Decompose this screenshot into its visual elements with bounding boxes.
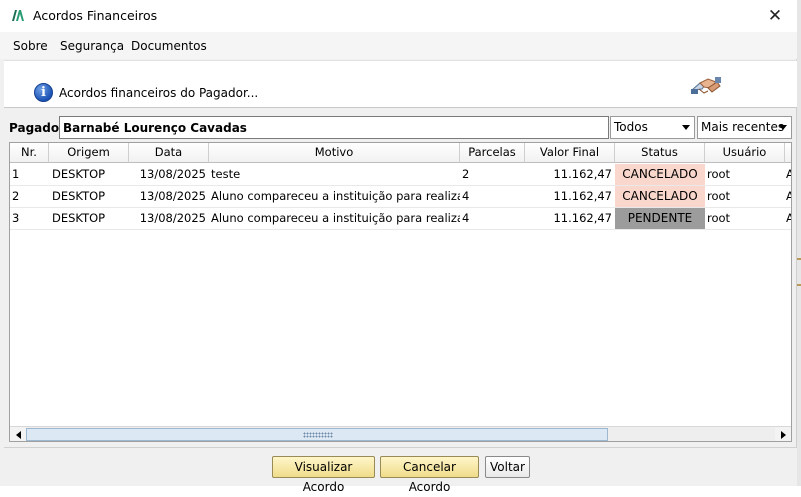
cell-parcelas: 2 xyxy=(460,164,525,186)
arrow-right-icon xyxy=(780,430,786,439)
menu-sobre[interactable]: Sobre xyxy=(13,39,48,53)
column-header-parcelas[interactable]: Parcelas xyxy=(460,143,525,163)
cell-data: 13/08/2025 xyxy=(129,186,209,208)
menu-documentos[interactable]: Documentos xyxy=(131,39,207,53)
column-header-usuario[interactable]: Usuário xyxy=(705,143,785,163)
edge-mark xyxy=(797,258,801,260)
title-bar: Acordos Financeiros ✕ xyxy=(0,0,797,32)
cell-nr: 3 xyxy=(10,208,49,230)
cell-nr: 2 xyxy=(10,186,49,208)
background-window-edge xyxy=(797,0,801,486)
cell-valor-final: 11.162,47 xyxy=(525,186,615,208)
cell-overflow: A xyxy=(785,186,791,208)
status-badge: CANCELADO xyxy=(615,186,705,208)
acordos-grid: Nr. Origem Data Motivo Parcelas Valor Fi… xyxy=(9,142,792,442)
chevron-down-icon xyxy=(682,125,690,130)
status-filter-value: Todos xyxy=(614,120,648,134)
filter-row: Pagador: Todos Mais recentes xyxy=(4,115,797,140)
cell-overflow: A xyxy=(785,208,791,230)
cell-valor-final: 11.162,47 xyxy=(525,164,615,186)
cancelar-acordo-button[interactable]: Cancelar Acordo xyxy=(380,456,479,494)
cell-usuario: root xyxy=(705,186,785,208)
pagador-input[interactable] xyxy=(59,116,609,139)
column-header-origem[interactable]: Origem xyxy=(49,143,129,163)
column-header-data[interactable]: Data xyxy=(129,143,209,163)
cell-usuario: root xyxy=(705,208,785,230)
cell-data: 13/08/2025 xyxy=(129,164,209,186)
table-row[interactable]: 1 DESKTOP 13/08/2025 teste 2 11.162,47 C… xyxy=(10,164,791,186)
grip-icon xyxy=(303,432,333,438)
cell-usuario: root xyxy=(705,164,785,186)
cell-parcelas: 4 xyxy=(460,208,525,230)
close-button[interactable]: ✕ xyxy=(753,0,797,32)
visualizar-acordo-button[interactable]: Visualizar Acordo xyxy=(272,456,375,494)
cell-motivo: Aluno compareceu a instituição para real… xyxy=(209,186,460,208)
cell-origem: DESKTOP xyxy=(49,164,129,186)
app-logo-icon xyxy=(12,10,24,21)
horizontal-scrollbar[interactable] xyxy=(10,426,791,441)
order-filter-select[interactable]: Mais recentes xyxy=(697,116,792,139)
info-icon: i xyxy=(34,83,53,102)
scroll-thumb[interactable] xyxy=(26,428,608,441)
cell-overflow: A xyxy=(785,164,791,186)
voltar-button[interactable]: Voltar xyxy=(485,456,530,478)
cell-valor-final: 11.162,47 xyxy=(525,208,615,230)
acordos-window: Acordos Financeiros ✕ Sobre Segurança Do… xyxy=(0,0,797,494)
cell-parcelas: 4 xyxy=(460,186,525,208)
close-icon: ✕ xyxy=(767,6,783,26)
cell-nr: 1 xyxy=(10,164,49,186)
column-header-motivo[interactable]: Motivo xyxy=(209,143,460,163)
table-row[interactable]: 2 DESKTOP 13/08/2025 Aluno compareceu a … xyxy=(10,186,791,208)
scroll-left-button[interactable] xyxy=(10,427,26,441)
table-row[interactable]: 3 DESKTOP 13/08/2025 Aluno compareceu a … xyxy=(10,208,791,230)
status-badge: CANCELADO xyxy=(615,164,705,186)
column-header-overflow xyxy=(785,143,791,163)
window-title: Acordos Financeiros xyxy=(33,8,158,23)
cell-motivo: teste xyxy=(209,164,460,186)
menu-bar: Sobre Segurança Documentos xyxy=(0,32,797,59)
grid-header: Nr. Origem Data Motivo Parcelas Valor Fi… xyxy=(10,143,791,163)
cell-origem: DESKTOP xyxy=(49,208,129,230)
info-panel: i Acordos financeiros do Pagador... xyxy=(4,60,797,108)
column-header-nr[interactable]: Nr. xyxy=(10,143,49,163)
column-header-valor-final[interactable]: Valor Final xyxy=(525,143,615,163)
menu-seguranca[interactable]: Segurança xyxy=(60,39,124,53)
cell-motivo: Aluno compareceu a instituição para real… xyxy=(209,208,460,230)
order-filter-value: Mais recentes xyxy=(701,120,785,134)
info-text: Acordos financeiros do Pagador... xyxy=(59,86,259,100)
cell-origem: DESKTOP xyxy=(49,186,129,208)
chevron-down-icon xyxy=(779,125,787,130)
scroll-right-button[interactable] xyxy=(775,427,791,441)
edge-mark xyxy=(797,284,801,286)
column-header-status[interactable]: Status xyxy=(615,143,705,163)
handshake-icon xyxy=(690,77,721,94)
cell-data: 13/08/2025 xyxy=(129,208,209,230)
arrow-left-icon xyxy=(15,430,21,439)
action-bar: Visualizar Acordo Cancelar Acordo Voltar xyxy=(4,447,797,494)
status-badge: PENDENTE xyxy=(615,208,705,230)
status-filter-select[interactable]: Todos xyxy=(610,116,695,139)
